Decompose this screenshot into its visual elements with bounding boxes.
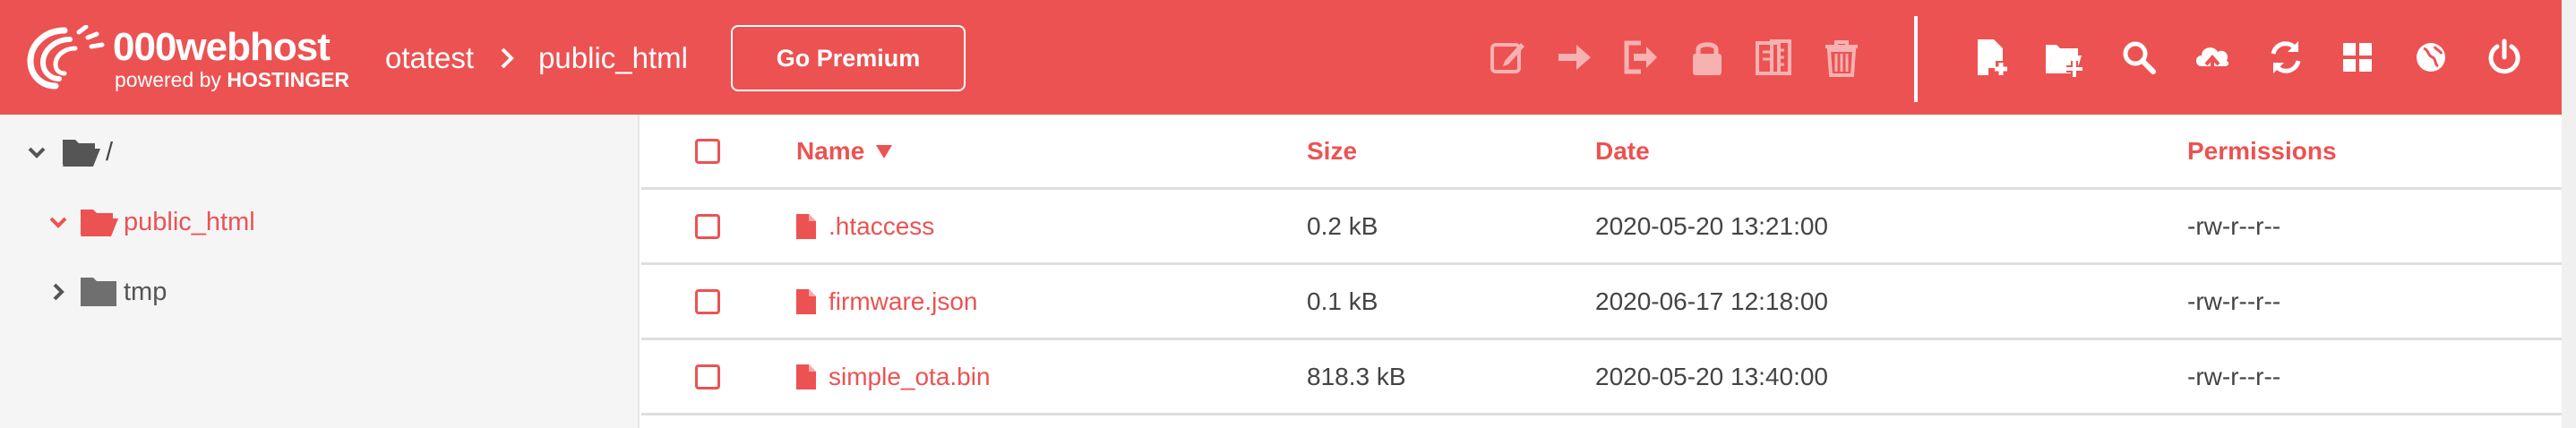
column-name-label: Name [796,136,865,165]
file-name-cell[interactable]: .htaccess [796,190,934,262]
column-header-name[interactable]: Name [796,115,893,187]
row-checkbox[interactable] [695,364,720,389]
file-size: 0.1 kB [1307,287,1378,315]
edit-icon [1490,43,1524,73]
chevron-right-icon [53,283,64,301]
file-permissions: -rw-r--r-- [2187,287,2281,315]
chevron-down-icon [49,217,67,228]
tree-item-public-html[interactable]: public_html [47,199,255,245]
language-button[interactable] [2409,36,2452,79]
file-size: 818.3 kB [1307,362,1406,390]
archive-icon [1756,39,1791,75]
file-name[interactable]: firmware.json [829,287,977,316]
column-header-date[interactable]: Date [1595,115,1650,187]
table-row[interactable]: .htaccess 0.2 kB 2020-05-20 13:21:00 -rw… [641,190,2562,265]
logo-name: 000webhost [113,25,331,69]
file-table: Name Size Date Permissions .htaccess 0.2… [641,115,2562,428]
file-permissions: -rw-r--r-- [2187,362,2281,390]
tree-label-public-html: public_html [124,207,255,236]
file-permissions: -rw-r--r-- [2187,211,2281,240]
logout-arrow-icon [1624,40,1657,74]
tree-label-tmp: tmp [124,277,167,306]
search-button[interactable] [2117,36,2160,79]
new-folder-icon [2046,45,2082,77]
logout-button[interactable] [2483,36,2526,79]
select-all-cell [695,115,720,187]
row-checkbox[interactable] [695,213,720,239]
sort-down-icon [876,144,893,158]
file-date: 2020-06-17 12:18:00 [1595,287,1828,315]
file-name[interactable]: simple_ota.bin [829,363,991,391]
refresh-icon [2271,41,2301,73]
breadcrumb: otatest public_html [385,36,688,81]
chevron-down-icon [28,147,46,158]
file-size: 0.2 kB [1307,211,1378,240]
breadcrumb-item-site[interactable]: otatest [385,41,474,75]
file-name-cell[interactable]: firmware.json [796,265,977,338]
lock-icon [1693,42,1722,75]
page-scrollbar[interactable] [2562,0,2576,428]
tree-item-tmp[interactable]: tmp [47,269,167,315]
top-bar: 000webhost powered by HOSTINGER otatest … [0,0,2562,115]
logo-swirl-icon [27,25,105,90]
file-name-cell[interactable]: simple_ota.bin [796,340,991,413]
logo-powered: powered by [115,68,221,91]
file-icon [796,213,816,239]
refresh-button[interactable] [2264,36,2307,79]
tree-item-root[interactable]: / [25,129,113,175]
move-button[interactable] [1553,36,1596,79]
file-icon [796,288,816,314]
column-header-size[interactable]: Size [1307,115,1357,187]
grid-view-button[interactable] [2336,36,2379,79]
delete-button[interactable] [1820,36,1863,79]
table-row[interactable]: simple_ota.bin 818.3 kB 2020-05-20 13:40… [641,340,2562,415]
trash-icon [1825,40,1858,77]
upload-cloud-icon [2196,47,2229,73]
row-select-cell [695,265,720,338]
table-header-row: Name Size Date Permissions [641,115,2562,190]
globe-icon [2417,43,2445,72]
file-date: 2020-05-20 13:21:00 [1595,211,1828,240]
edit-button[interactable] [1487,36,1530,79]
logo-tagline: powered by HOSTINGER [115,68,349,92]
logo-brand: HOSTINGER [227,68,350,91]
select-all-checkbox[interactable] [695,138,720,164]
rename-button[interactable] [1619,36,1662,79]
folder-tree: / public_html tmp [0,115,640,428]
toolbar-divider [1914,16,1918,102]
table-row[interactable]: firmware.json 0.1 kB 2020-06-17 12:18:00… [641,265,2562,340]
breadcrumb-item-folder[interactable]: public_html [538,41,688,75]
permissions-button[interactable] [1686,36,1729,79]
file-name[interactable]: .htaccess [829,212,934,241]
search-icon [2123,41,2156,74]
folder-icon [81,278,116,306]
new-file-button[interactable] [1971,36,2014,79]
open-folder-icon [81,210,118,236]
logo[interactable]: 000webhost powered by HOSTINGER [23,23,364,91]
chevron-right-icon [501,47,514,69]
new-file-icon [1978,39,2007,75]
file-icon [796,364,816,389]
go-premium-button[interactable]: Go Premium [731,25,966,91]
row-select-cell [695,340,720,413]
power-icon [2488,39,2520,74]
move-arrow-icon [1558,45,1591,70]
tree-label-root: / [106,137,114,167]
file-date: 2020-05-20 13:40:00 [1595,362,1828,390]
row-select-cell [695,190,720,262]
column-header-permissions[interactable]: Permissions [2187,115,2337,187]
row-checkbox[interactable] [695,288,720,314]
open-folder-icon [63,140,100,167]
archive-button[interactable] [1752,36,1795,79]
new-folder-button[interactable] [2042,36,2085,79]
upload-button[interactable] [2191,36,2234,79]
grid-view-icon [2343,43,2372,72]
